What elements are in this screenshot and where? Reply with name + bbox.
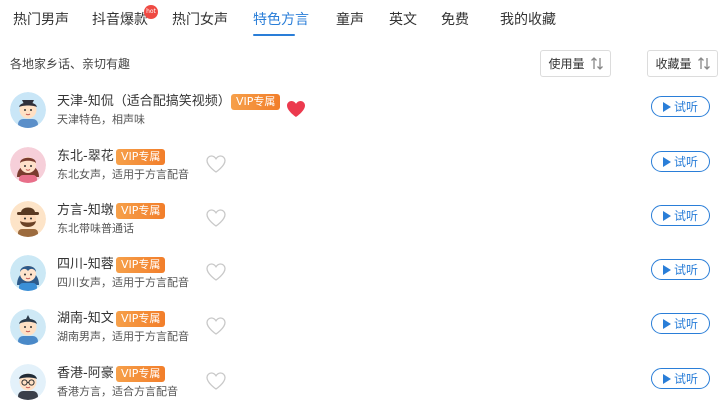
tab-free[interactable]: 免费 xyxy=(441,10,469,30)
voice-description: 香港方言，适合方言配音 xyxy=(57,385,178,398)
favorite-heart-outline-icon[interactable] xyxy=(206,317,226,335)
voice-description: 天津特色，相声味 xyxy=(57,113,145,126)
sichuan-female-avatar xyxy=(10,255,46,291)
tab-hot-male[interactable]: 热门男声 xyxy=(13,10,69,30)
listen-button[interactable]: 试听 xyxy=(651,313,710,334)
favorite-heart-outline-icon[interactable] xyxy=(206,209,226,227)
favorite-heart-outline-icon[interactable] xyxy=(206,372,226,390)
voice-description: 四川女声，适用于方言配音 xyxy=(57,276,189,289)
sort-arrows-icon xyxy=(590,57,603,70)
vip-badge: VIP专属 xyxy=(116,366,166,382)
listen-label: 试听 xyxy=(673,155,698,169)
bearded-male-avatar xyxy=(10,201,46,237)
hongkong-male-avatar xyxy=(10,364,46,400)
listen-button[interactable]: 试听 xyxy=(651,96,710,117)
listen-button[interactable]: 试听 xyxy=(651,368,710,389)
play-icon xyxy=(662,101,671,112)
voice-name: 天津-知侃（适合配搞笑视频） xyxy=(57,94,231,109)
tianjin-male-avatar xyxy=(10,92,46,128)
voice-name: 东北-翠花 xyxy=(57,149,114,164)
tab-my-favorites[interactable]: 我的收藏 xyxy=(500,10,556,30)
voice-row: 香港-阿豪 VIP专属 香港方言，适合方言配音 试听 xyxy=(0,364,720,418)
dongbei-female-avatar xyxy=(10,147,46,183)
listen-label: 试听 xyxy=(673,209,698,223)
voice-row: 方言-知墩 VIP专属 东北带味普通话 试听 xyxy=(0,201,720,255)
tab-douyin-hits[interactable]: 抖音爆款 xyxy=(92,10,148,30)
voice-name: 四川-知蓉 xyxy=(57,257,114,272)
voice-description: 东北女声，适用于方言配音 xyxy=(57,168,189,181)
listen-label: 试听 xyxy=(673,263,698,277)
play-icon xyxy=(662,210,671,221)
play-icon xyxy=(662,373,671,384)
tab-english[interactable]: 英文 xyxy=(389,10,417,30)
voice-description: 东北带味普通话 xyxy=(57,222,134,235)
tab-child-voice[interactable]: 童声 xyxy=(336,10,364,30)
voice-name: 湖南-知文 xyxy=(57,311,114,326)
category-subtitle: 各地家乡话、亲切有趣 xyxy=(10,57,131,71)
active-tab-indicator xyxy=(253,34,295,36)
listen-button[interactable]: 试听 xyxy=(651,205,710,226)
listen-button[interactable]: 试听 xyxy=(651,151,710,172)
voice-row: 湖南-知文 VIP专属 湖南男声，适用于方言配音 试听 xyxy=(0,309,720,363)
sort-arrows-icon xyxy=(697,57,710,70)
voice-row: 东北-翠花 VIP专属 东北女声，适用于方言配音 试听 xyxy=(0,147,720,201)
favorite-heart-icon[interactable] xyxy=(286,100,306,118)
listen-label: 试听 xyxy=(673,372,698,386)
tab-hot-female[interactable]: 热门女声 xyxy=(172,10,228,30)
vip-badge: VIP专属 xyxy=(116,149,166,165)
favorite-heart-outline-icon[interactable] xyxy=(206,263,226,281)
sort-by-favorites-button[interactable]: 收藏量 xyxy=(647,50,718,77)
hot-badge-icon: hot xyxy=(144,5,158,19)
category-tabs: 热门男声 抖音爆款 hot 热门女声 特色方言 童声 英文 免费 我的收藏 xyxy=(0,0,720,38)
listen-button[interactable]: 试听 xyxy=(651,259,710,280)
play-icon xyxy=(662,264,671,275)
vip-badge: VIP专属 xyxy=(231,94,281,110)
voice-row: 四川-知蓉 VIP专属 四川女声，适用于方言配音 试听 xyxy=(0,255,720,309)
voice-row: 天津-知侃（适合配搞笑视频） VIP专属 天津特色，相声味 试听 xyxy=(0,92,720,146)
play-icon xyxy=(662,156,671,167)
voice-name: 香港-阿豪 xyxy=(57,366,114,381)
favorite-heart-outline-icon[interactable] xyxy=(206,155,226,173)
sort-by-usage-button[interactable]: 使用量 xyxy=(540,50,611,77)
sort-usage-label: 使用量 xyxy=(548,57,585,71)
hunan-male-avatar xyxy=(10,309,46,345)
play-icon xyxy=(662,318,671,329)
vip-badge: VIP专属 xyxy=(116,203,166,219)
voice-name: 方言-知墩 xyxy=(57,203,114,218)
vip-badge: VIP专属 xyxy=(116,257,166,273)
tab-dialect[interactable]: 特色方言 xyxy=(253,10,309,30)
listen-label: 试听 xyxy=(673,100,698,114)
voice-description: 湖南男声，适用于方言配音 xyxy=(57,330,189,343)
sort-favorites-label: 收藏量 xyxy=(655,57,692,71)
vip-badge: VIP专属 xyxy=(116,311,166,327)
listen-label: 试听 xyxy=(673,317,698,331)
